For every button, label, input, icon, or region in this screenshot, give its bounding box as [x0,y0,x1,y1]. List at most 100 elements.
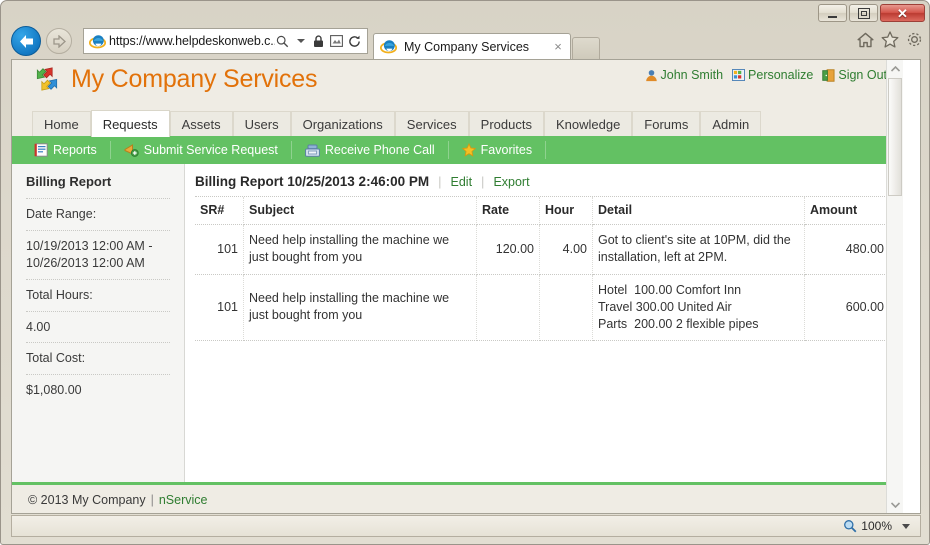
action-toolbar: Reports Submit Service Request Receive P… [12,136,903,164]
zoom-control[interactable]: 100% [843,519,920,533]
search-icon[interactable] [275,33,290,49]
toolbar-receive-phone-call[interactable]: Receive Phone Call [292,141,449,159]
user-icon [645,69,657,81]
nav-tab-forums[interactable]: Forums [632,111,701,136]
sign-out-link[interactable]: Sign Out [822,68,887,82]
column-header-detail[interactable]: Detail [592,197,805,225]
nav-tab-admin[interactable]: Admin [700,111,762,136]
forward-arrow-icon [52,34,66,48]
column-header-hour[interactable]: Hour [539,197,593,225]
report-sidebar: Billing Report Date Range: 10/19/2013 12… [12,164,185,482]
main-nav-tabs: Home Requests Assets Users Organizations… [32,110,883,137]
scroll-up-arrow-icon[interactable] [887,60,903,77]
close-button[interactable]: ✕ [880,4,925,22]
zoom-level-label: 100% [861,519,892,533]
app-header: My Company Services John Smith Personali… [12,60,903,110]
column-header-amount[interactable]: Amount [804,197,889,225]
scroll-down-arrow-icon[interactable] [887,496,903,513]
minimize-icon [828,15,837,18]
report-notebook-icon [34,143,48,157]
sign-out-label: Sign Out [838,68,887,82]
cell-amount: 600.00 [804,274,889,342]
sidebar-total-cost-value: $1,080.00 [26,374,170,406]
sidebar-date-range-value: 10/19/2013 12:00 AM - 10/26/2013 12:00 A… [26,229,170,279]
cell-rate [476,274,540,342]
table-row[interactable]: 101 Need help installing the machine we … [195,274,889,342]
nav-tab-knowledge[interactable]: Knowledge [543,111,633,136]
billing-table: SR# Subject Rate Hour Detail Amount 101 [195,197,889,342]
user-profile-link[interactable]: John Smith [645,68,724,82]
cell-detail: Got to client's site at 10PM, did the in… [592,224,805,275]
page-scrollbar[interactable] [886,60,903,513]
browser-tab-title: My Company Services [404,39,530,54]
page-title: My Company Services [71,64,318,93]
back-button[interactable] [11,26,41,56]
new-tab-button[interactable] [572,37,600,59]
column-header-subject[interactable]: Subject [243,197,477,225]
restore-icon [857,7,870,19]
zoom-dropdown-caret-icon[interactable] [902,523,910,529]
cell-sr: 101 [195,274,244,342]
tab-close-icon[interactable]: × [550,39,566,54]
table-row[interactable]: 101 Need help installing the machine we … [195,224,889,275]
export-link[interactable]: Export [493,175,529,189]
submit-request-icon [124,144,139,157]
scrollbar-thumb[interactable] [888,78,902,196]
cell-subject: Need help installing the machine we just… [243,224,477,275]
zoom-magnifier-icon [844,520,857,533]
cell-rate: 120.00 [476,224,540,275]
tools-gear-icon[interactable] [906,31,923,51]
cell-detail: Hotel 100.00 Comfort Inn Travel 300.00 U… [592,274,805,342]
address-bar-icons [275,33,364,49]
sign-out-door-icon [822,68,835,82]
edit-link[interactable]: Edit [451,175,473,189]
close-icon: ✕ [897,5,908,21]
chevron-down-icon[interactable] [293,33,308,49]
personalize-link[interactable]: Personalize [732,68,813,82]
nav-tab-home[interactable]: Home [32,111,91,136]
lock-icon [311,33,326,49]
forward-button[interactable] [46,28,72,54]
nav-tab-assets[interactable]: Assets [169,111,233,136]
browser-tab[interactable]: My Company Services × [373,33,571,59]
nav-tab-users[interactable]: Users [232,111,291,136]
compatibility-view-icon[interactable] [329,33,344,49]
address-bar[interactable]: https://www.helpdeskonweb.c... [83,28,368,54]
user-links: John Smith Personalize Sign Out [645,68,887,82]
toolbar-submit-service-request[interactable]: Submit Service Request [111,141,292,159]
address-input[interactable]: https://www.helpdeskonweb.c... [109,34,275,48]
toolbar-favorites[interactable]: Favorites [449,141,547,159]
favorites-star-icon[interactable] [881,31,899,51]
column-header-rate[interactable]: Rate [476,197,540,225]
report-content: Billing Report 10/25/2013 2:46:00 PM | E… [185,164,903,482]
nav-tab-organizations[interactable]: Organizations [290,111,395,136]
sidebar-total-hours-label: Total Hours: [26,278,170,311]
nservice-link[interactable]: nService [159,493,208,507]
web-page: My Company Services John Smith Personali… [12,60,903,513]
nav-tab-services[interactable]: Services [394,111,469,136]
refresh-icon[interactable] [347,33,362,49]
sidebar-title: Billing Report [26,174,112,189]
title-bar: ✕ [1,1,929,23]
cell-hour [539,274,593,342]
phone-icon [304,144,320,157]
header-divider-1: | [438,174,442,189]
restore-button[interactable] [849,4,878,22]
page-viewport: My Company Services John Smith Personali… [11,59,921,514]
home-icon[interactable] [857,32,874,51]
browser-navigation-bar: https://www.helpdeskonweb.c... My Compan… [1,23,929,59]
toolbar-reports-label: Reports [53,143,97,157]
toolbar-reports[interactable]: Reports [30,141,111,159]
star-icon [461,143,476,157]
user-profile-label: John Smith [660,68,724,82]
sidebar-total-hours-value: 4.00 [26,310,170,343]
column-header-sr[interactable]: SR# [195,197,244,225]
nav-tab-products[interactable]: Products [468,111,544,136]
minimize-button[interactable] [818,4,847,22]
internet-explorer-icon [380,40,397,54]
browser-window: ✕ https://www.helpdeskonweb.c... My Comp… [0,0,930,545]
cell-amount: 480.00 [804,224,889,275]
personalize-label: Personalize [748,68,814,82]
nav-tab-requests[interactable]: Requests [90,110,170,137]
sidebar-date-range-label: Date Range: [26,198,170,230]
